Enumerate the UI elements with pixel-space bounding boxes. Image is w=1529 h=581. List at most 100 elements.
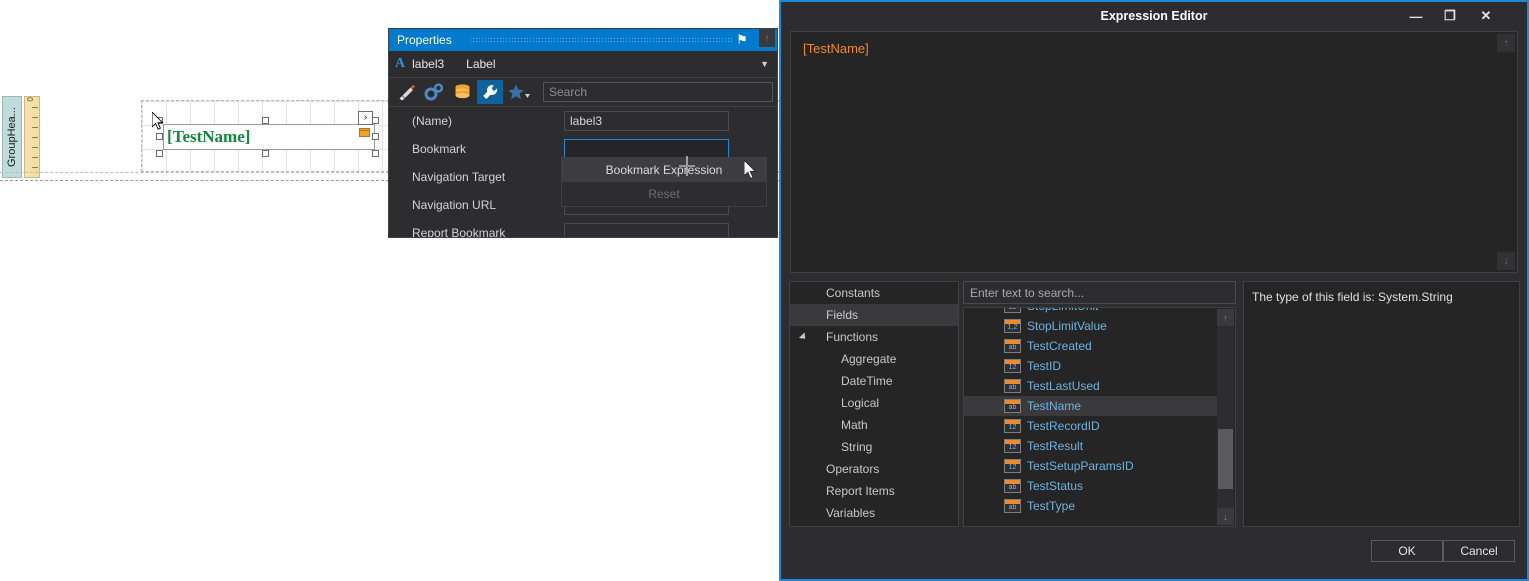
menu-item-label: Bookmark Expression xyxy=(605,163,723,177)
field-label: TestName xyxy=(1027,399,1082,413)
category-item-report-items[interactable]: Report Items xyxy=(790,480,958,502)
properties-search-input[interactable] xyxy=(543,82,773,102)
field-label: TestStatus xyxy=(1027,479,1084,493)
category-item-logical[interactable]: Logical xyxy=(790,392,958,414)
field-label: TestResult xyxy=(1027,439,1084,453)
list-item[interactable]: 12 TestSetupParamsID xyxy=(964,456,1217,476)
list-item[interactable]: 1,2 StopLimitValue xyxy=(964,316,1217,336)
field-type-icon: 12 xyxy=(1004,439,1021,453)
scroll-up-button[interactable]: ↑ xyxy=(1217,309,1234,326)
properties-toolbar xyxy=(389,78,777,107)
field-label: TestType xyxy=(1027,499,1076,513)
arrow-up-icon: ↑ xyxy=(764,33,770,43)
list-item[interactable]: ab TestCreated xyxy=(964,336,1217,356)
scrollbar-thumb[interactable] xyxy=(1218,429,1233,489)
resize-handle-se[interactable] xyxy=(372,150,379,157)
close-icon[interactable]: ✕ xyxy=(1471,6,1501,26)
fields-scrollbar[interactable]: ↑ ↓ xyxy=(1217,309,1234,525)
field-label: TestID xyxy=(1027,359,1062,373)
expression-text: [TestName] xyxy=(803,41,869,56)
resize-handle-e[interactable] xyxy=(372,133,379,140)
list-item[interactable]: ab TestStatus xyxy=(964,476,1217,496)
expression-scroll-up-button[interactable]: ↑ xyxy=(1497,34,1515,52)
maximize-icon[interactable]: ❐ xyxy=(1435,6,1465,26)
category-item-math[interactable]: Math xyxy=(790,414,958,436)
field-label: TestSetupParamsID xyxy=(1027,459,1134,473)
resize-handle-n[interactable] xyxy=(262,117,269,124)
list-item[interactable]: ab TestLastUsed xyxy=(964,376,1217,396)
pin-icon[interactable]: ⚑ xyxy=(733,31,751,49)
category-label: Operators xyxy=(826,462,880,476)
band-label-group-header[interactable]: GroupHea... xyxy=(2,96,22,178)
appearance-icon[interactable] xyxy=(393,80,419,104)
minimize-icon[interactable]: — xyxy=(1401,6,1431,26)
properties-object-selector[interactable]: A label3 Label ▼ xyxy=(389,51,777,78)
text-caret-icon xyxy=(679,156,695,179)
category-item-constants[interactable]: Constants xyxy=(790,282,958,304)
fields-list: ab StopLimitUnit 1,2 StopLimitValue ab T… xyxy=(963,307,1236,527)
label-control-testname[interactable]: [TestName] xyxy=(163,124,375,150)
resize-handle-s[interactable] xyxy=(262,150,269,157)
property-value[interactable] xyxy=(564,223,729,237)
category-item-variables[interactable]: Variables xyxy=(790,502,958,524)
category-item-operators[interactable]: Operators xyxy=(790,458,958,480)
cancel-button[interactable]: Cancel xyxy=(1443,540,1515,562)
ok-button[interactable]: OK xyxy=(1371,540,1443,562)
list-item-selected[interactable]: ab TestName xyxy=(964,396,1217,416)
category-item-string[interactable]: String xyxy=(790,436,958,458)
resize-handle-w[interactable] xyxy=(156,133,163,140)
category-item-fields[interactable]: Fields xyxy=(790,304,958,326)
menu-item-bookmark-expression[interactable]: Bookmark Expression xyxy=(562,158,766,182)
category-label: String xyxy=(841,440,873,454)
category-item-functions[interactable]: Functions xyxy=(790,326,958,348)
band-label-text: GroupHea... xyxy=(6,107,18,167)
list-item[interactable]: ab TestType xyxy=(964,496,1217,516)
list-item[interactable]: ab StopLimitUnit xyxy=(964,308,1217,316)
field-type-icon: ab xyxy=(1004,399,1021,413)
field-type-icon: ab xyxy=(1004,339,1021,353)
property-value[interactable] xyxy=(564,139,729,159)
resize-handle-sw[interactable] xyxy=(156,150,163,157)
expander-triangle-icon[interactable] xyxy=(798,332,809,342)
property-name: Bookmark xyxy=(412,142,467,156)
property-name: (Name) xyxy=(412,114,453,128)
ok-button-label: OK xyxy=(1398,544,1416,558)
favorites-icon[interactable] xyxy=(505,80,531,104)
cancel-button-label: Cancel xyxy=(1460,544,1498,558)
arrow-down-icon: ↓ xyxy=(1503,255,1509,267)
category-label: Aggregate xyxy=(841,352,897,366)
data-icon[interactable] xyxy=(449,80,475,104)
ruler-zero-label: 0 xyxy=(26,97,35,102)
list-item[interactable]: 12 TestID xyxy=(964,356,1217,376)
fields-search-input[interactable] xyxy=(963,281,1236,304)
field-type-icon: 12 xyxy=(1004,419,1021,433)
chevron-down-icon[interactable]: ▼ xyxy=(760,59,769,69)
behavior-icon[interactable] xyxy=(421,80,447,104)
property-row[interactable]: Report Bookmark xyxy=(389,219,777,237)
field-label: TestLastUsed xyxy=(1027,379,1100,393)
list-item[interactable]: 12 TestRecordID xyxy=(964,416,1217,436)
menu-item-reset[interactable]: Reset xyxy=(562,182,766,206)
property-row[interactable]: (Name) label3 xyxy=(389,107,777,135)
category-label: Functions xyxy=(826,330,879,344)
scroll-down-button[interactable]: ↓ xyxy=(1217,508,1234,525)
list-item[interactable]: 12 TestResult xyxy=(964,436,1217,456)
expression-scroll-down-button[interactable]: ↓ xyxy=(1497,252,1515,270)
property-value[interactable]: label3 xyxy=(564,111,729,131)
field-type-icon: ab xyxy=(1004,379,1021,393)
category-label: Constants xyxy=(826,286,881,300)
category-item-aggregate[interactable]: Aggregate xyxy=(790,348,958,370)
category-label: Math xyxy=(841,418,868,432)
resize-handle-ne[interactable] xyxy=(372,117,379,124)
property-name: Navigation URL xyxy=(412,198,497,212)
misc-icon[interactable] xyxy=(477,80,503,104)
properties-scroll-up-button[interactable]: ↑ xyxy=(759,29,775,47)
category-item-datetime[interactable]: DateTime xyxy=(790,370,958,392)
expression-text-area[interactable]: [TestName] ↑ ↓ xyxy=(790,31,1518,273)
field-type-icon: 12 xyxy=(1004,359,1021,373)
field-type-icon: ab xyxy=(1004,499,1021,513)
title-drag-grip[interactable] xyxy=(469,37,733,44)
arrow-up-icon: ↑ xyxy=(1223,312,1228,323)
smart-tag-button[interactable]: › xyxy=(358,111,373,125)
expression-category-tree: Constants Fields Functions Aggregate Dat… xyxy=(789,281,959,527)
